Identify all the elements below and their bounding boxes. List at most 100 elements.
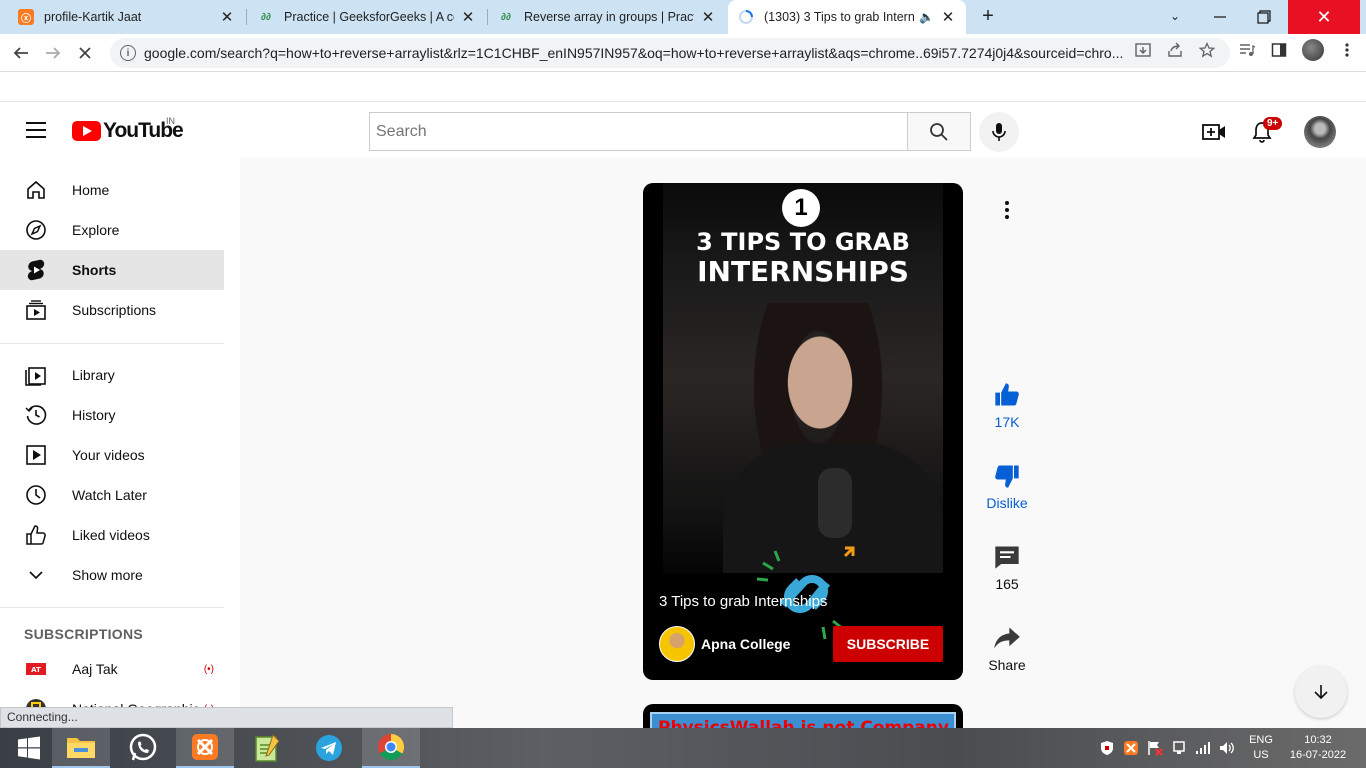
sidebar-item-liked-videos[interactable]: Liked videos — [0, 515, 224, 555]
tab-title: (1303) 3 Tips to grab Interns — [764, 10, 916, 24]
address-url[interactable]: google.com/search?q=how+to+reverse+array… — [144, 45, 1129, 61]
close-tab-icon[interactable]: ✕ — [219, 8, 235, 26]
search-input[interactable] — [376, 122, 907, 141]
windows-start-button[interactable] — [0, 728, 58, 768]
sidebar-item-history[interactable]: History — [0, 395, 224, 435]
speaker-icon[interactable]: 🔈 — [919, 10, 934, 24]
next-video-button[interactable] — [1295, 666, 1347, 718]
restore-window-button[interactable] — [1242, 0, 1286, 34]
tray-network-icon[interactable] — [1170, 739, 1188, 757]
clock-date: 16-07-2022 — [1289, 749, 1347, 761]
history-icon — [24, 403, 48, 427]
share-button[interactable]: Share — [976, 623, 1038, 673]
short-video-player[interactable]: 1 3 TIPS TO GRAB INTERNSHIPS 3 Tips to g… — [643, 183, 963, 680]
xampp-icon: ⓧ — [18, 9, 34, 25]
close-tab-icon[interactable]: ✕ — [460, 8, 476, 26]
minimize-window-button[interactable] — [1198, 0, 1242, 34]
tray-volume-icon[interactable] — [1218, 739, 1236, 757]
search-box[interactable] — [369, 112, 908, 151]
search-button[interactable] — [907, 112, 971, 151]
channel-avatar[interactable] — [659, 626, 695, 662]
browser-tab-reverse-array[interactable]: ∂∂ Reverse array in groups | Practice ✕ — [488, 0, 726, 34]
tab-search-chevron-icon[interactable]: ⌄ — [1164, 5, 1186, 27]
share-arrow-icon — [992, 623, 1022, 653]
browser-status-bar: Connecting... — [0, 707, 453, 728]
close-window-button[interactable]: ✕ — [1288, 0, 1360, 34]
short-title[interactable]: 3 Tips to grab Internships — [659, 593, 827, 610]
profile-avatar[interactable] — [1302, 39, 1324, 61]
sidebar-item-label: Liked videos — [72, 527, 150, 543]
taskbar-chrome[interactable] — [362, 728, 420, 768]
side-panel-icon[interactable] — [1270, 41, 1288, 59]
browser-tab-youtube[interactable]: (1303) 3 Tips to grab Interns 🔈 ✕ — [728, 0, 966, 34]
share-page-icon[interactable] — [1166, 41, 1184, 59]
browser-tab-profile[interactable]: ⓧ profile-Kartik Jaat ✕ — [8, 0, 245, 34]
new-tab-button[interactable]: + — [976, 4, 1000, 28]
sidebar-item-shorts[interactable]: Shorts — [0, 250, 224, 290]
gfg-icon: ∂∂ — [261, 11, 271, 23]
gfg-icon: ∂∂ — [501, 11, 511, 23]
close-tab-icon[interactable]: ✕ — [940, 8, 956, 26]
forward-button[interactable] — [40, 40, 66, 66]
hamburger-menu-icon[interactable] — [26, 122, 46, 138]
media-control-icon[interactable] — [1238, 41, 1256, 59]
browser-tab-strip: ⓧ profile-Kartik Jaat ✕ ∂∂ Practice | Ge… — [0, 0, 1366, 34]
sidebar-item-your-videos[interactable]: Your videos — [0, 435, 224, 475]
more-options-icon[interactable] — [995, 198, 1019, 222]
sidebar-item-show-more[interactable]: Show more — [0, 555, 224, 595]
share-label: Share — [988, 657, 1026, 673]
your-videos-icon — [24, 443, 48, 467]
address-bar[interactable]: i google.com/search?q=how+to+reverse+arr… — [110, 38, 1230, 68]
tray-clock[interactable]: 10:32 16-07-2022 — [1284, 733, 1352, 763]
subscriptions-heading: SUBSCRIPTIONS — [24, 626, 144, 642]
chevron-down-icon — [24, 563, 48, 587]
tray-xampp-icon[interactable] — [1122, 739, 1140, 757]
browser-tab-practice[interactable]: ∂∂ Practice | GeeksforGeeks | A com ✕ — [248, 0, 486, 34]
dislike-button[interactable]: Dislike — [976, 461, 1038, 511]
sidebar-item-aaj-tak[interactable]: AT Aaj Tak (•) — [0, 649, 224, 689]
stop-loading-button[interactable] — [72, 40, 98, 66]
more-menu-icon[interactable] — [1338, 41, 1356, 59]
presenter-face — [770, 311, 870, 441]
sidebar-item-home[interactable]: Home — [0, 170, 224, 210]
bookmark-star-icon[interactable] — [1198, 41, 1216, 59]
tab-title: Reverse array in groups | Practice — [524, 10, 694, 24]
install-app-icon[interactable] — [1134, 41, 1152, 59]
sidebar-item-explore[interactable]: Explore — [0, 210, 224, 250]
youtube-logo[interactable]: YouTube IN — [72, 116, 184, 142]
sidebar-divider — [0, 607, 224, 608]
like-button[interactable]: 17K — [976, 380, 1038, 430]
channel-name[interactable]: Apna College — [701, 636, 790, 652]
comments-button[interactable]: 165 — [976, 542, 1038, 592]
loading-icon — [738, 9, 754, 25]
sidebar-item-watch-later[interactable]: Watch Later — [0, 475, 224, 515]
back-button[interactable] — [8, 40, 34, 66]
taskbar-telegram[interactable] — [300, 728, 358, 768]
voice-search-button[interactable] — [979, 112, 1019, 152]
tray-language[interactable]: ENG US — [1244, 733, 1278, 763]
taskbar-whatsapp[interactable] — [114, 728, 172, 768]
home-icon — [24, 178, 48, 202]
site-info-icon[interactable]: i — [120, 45, 136, 61]
sidebar-item-label: Explore — [72, 222, 120, 238]
account-avatar[interactable] — [1304, 116, 1336, 148]
close-tab-icon[interactable]: ✕ — [700, 8, 716, 26]
subscribe-button[interactable]: SUBSCRIBE — [833, 626, 943, 662]
tray-signal-icon[interactable] — [1194, 739, 1212, 757]
create-video-icon[interactable] — [1202, 120, 1226, 144]
tab-separator — [246, 9, 247, 25]
sidebar-item-label: Home — [72, 182, 110, 198]
taskbar-xampp[interactable] — [176, 728, 234, 768]
sidebar-item-library[interactable]: Library — [0, 355, 224, 395]
keyboard-layout: US — [1253, 749, 1269, 761]
folder-icon — [67, 738, 95, 758]
sidebar-item-label: Shorts — [72, 262, 117, 278]
overlay-number-badge: 1 — [782, 189, 820, 227]
sidebar-item-subscriptions[interactable]: Subscriptions — [0, 290, 224, 330]
microphone-image — [818, 468, 852, 538]
telegram-icon — [316, 735, 342, 761]
tray-flag-icon[interactable] — [1146, 739, 1164, 757]
taskbar-notepad-plus[interactable] — [238, 728, 296, 768]
taskbar-file-explorer[interactable] — [52, 728, 110, 768]
tray-security-icon[interactable] — [1098, 739, 1116, 757]
